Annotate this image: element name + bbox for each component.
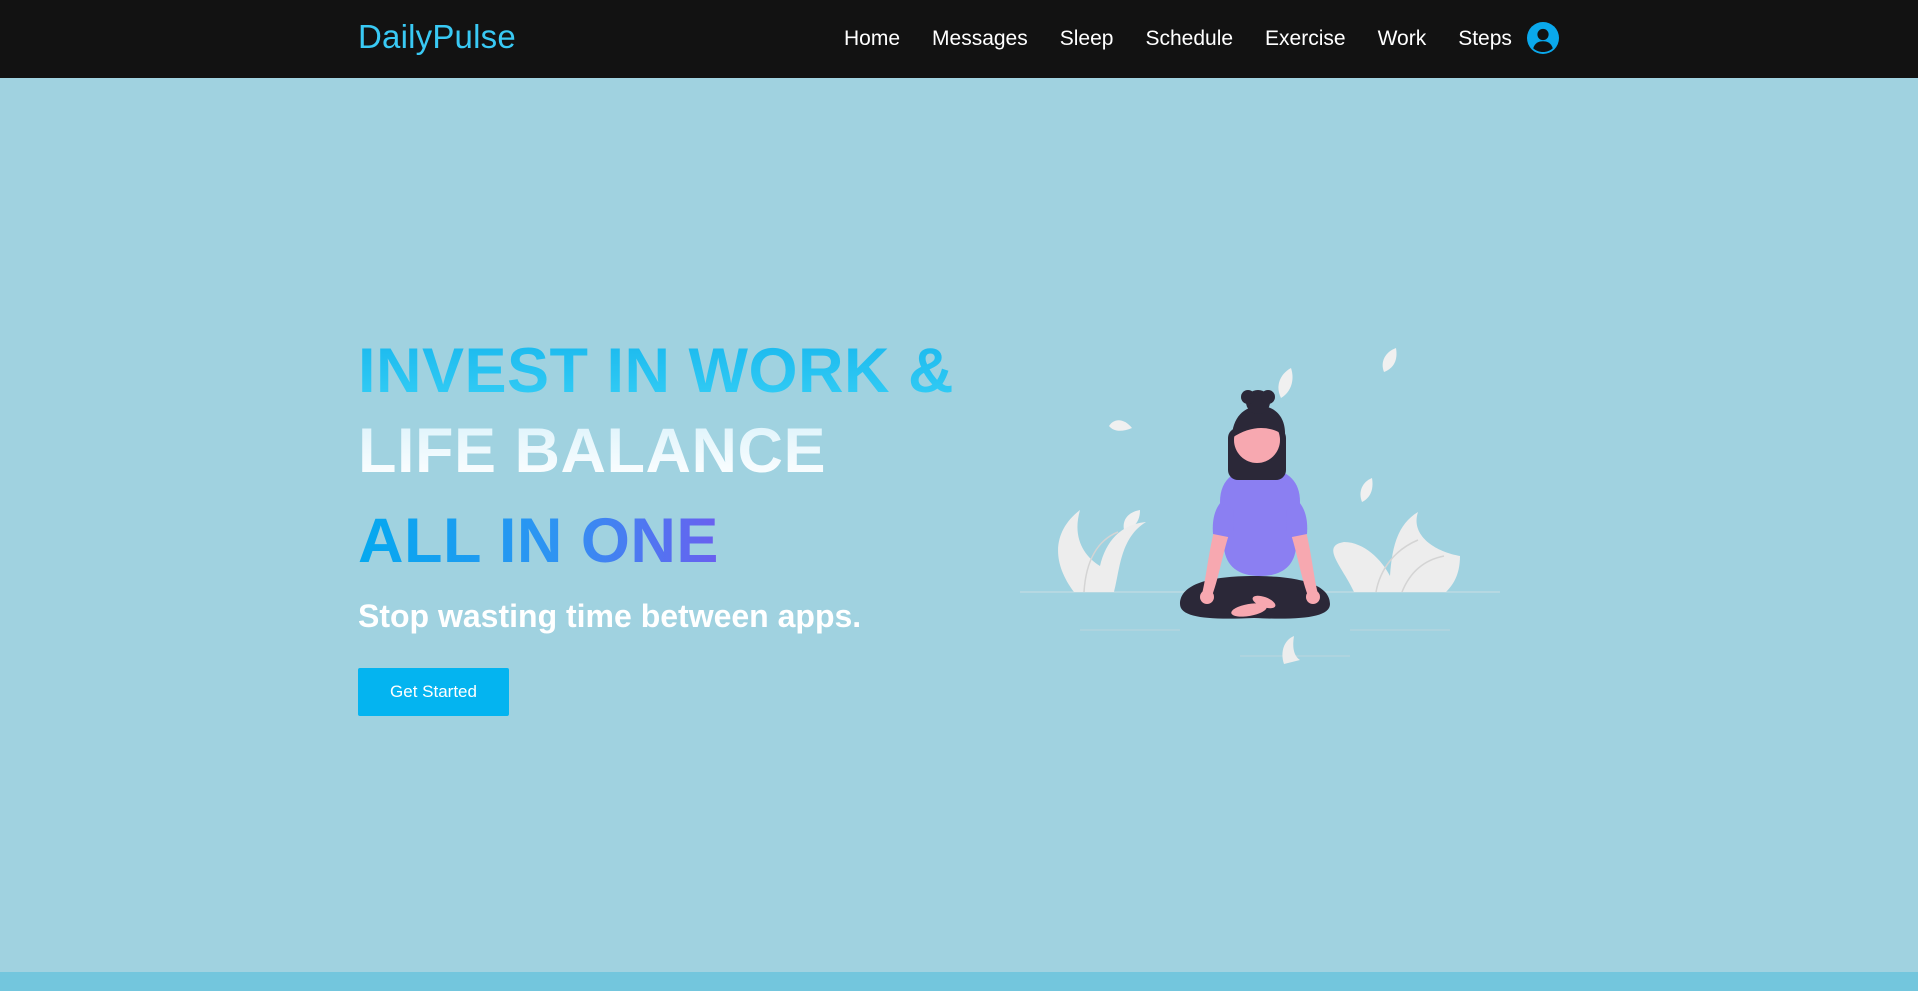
get-started-button[interactable]: Get Started — [358, 668, 509, 716]
nav-link-schedule[interactable]: Schedule — [1129, 27, 1249, 51]
hero-headline-line3: ALL IN ONE — [358, 506, 719, 576]
hero-subheadline: Stop wasting time between apps. — [358, 598, 862, 634]
nav-link-exercise[interactable]: Exercise — [1249, 27, 1362, 51]
hero-headline-line1: INVEST IN WORK & — [358, 336, 955, 406]
main-nav: Home Messages Sleep Schedule Exercise Wo… — [828, 0, 1528, 78]
navbar: DailyPulse Home Messages Sleep Schedule … — [0, 0, 1918, 78]
footer-strip — [0, 972, 1918, 991]
nav-link-work[interactable]: Work — [1362, 27, 1443, 51]
meditating-woman-illustration — [1020, 348, 1500, 664]
hero-headline-line2: LIFE BALANCE — [358, 416, 826, 486]
user-circle-icon[interactable] — [1527, 22, 1559, 54]
nav-link-messages[interactable]: Messages — [916, 27, 1044, 51]
nav-link-sleep[interactable]: Sleep — [1044, 27, 1130, 51]
nav-link-home[interactable]: Home — [828, 27, 916, 51]
nav-link-steps[interactable]: Steps — [1442, 27, 1528, 51]
hero-section: INVEST IN WORK & LIFE BALANCE ALL IN ONE… — [0, 78, 1918, 972]
brand-logo[interactable]: DailyPulse — [358, 18, 516, 56]
